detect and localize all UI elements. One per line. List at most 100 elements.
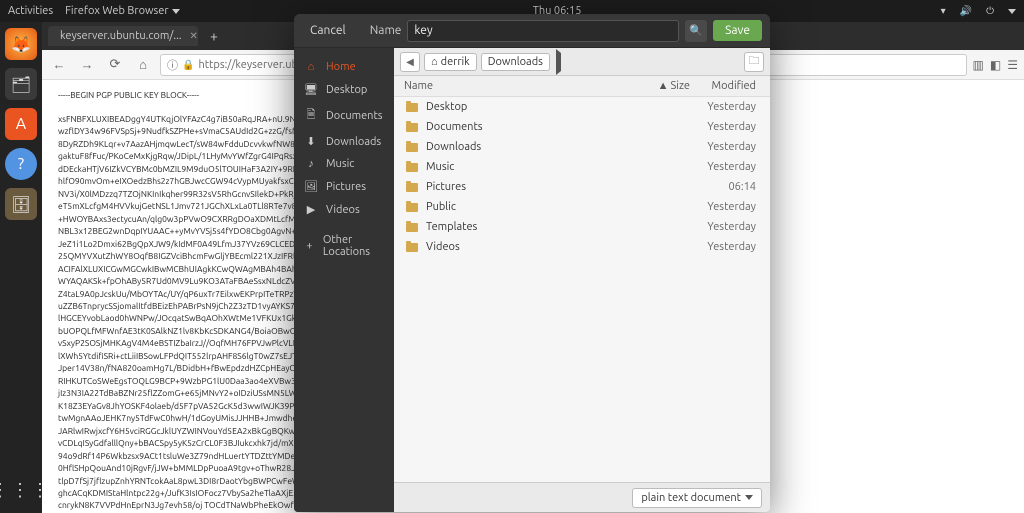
filetype-dropdown[interactable]: plain text document	[632, 488, 762, 508]
tab-close-icon[interactable]: ✕	[190, 30, 198, 42]
info-icon: ⓘ	[167, 57, 178, 73]
cancel-button[interactable]: Cancel	[302, 20, 354, 41]
file-modified: Yesterday	[690, 141, 760, 153]
lock-icon: 🔒	[182, 59, 194, 71]
col-modified[interactable]: Modified	[690, 80, 760, 92]
save-dialog: Cancel Name 🔍 Save ⌂ Home 🖥 Desktop 🗎Documen…	[294, 14, 770, 512]
home-button[interactable]: ⌂	[132, 54, 154, 76]
file-modified: Yesterday	[690, 201, 760, 213]
file-name: Public	[426, 201, 640, 213]
videos-icon: ▶	[304, 203, 318, 216]
sidebar-item-label: Desktop	[326, 84, 367, 96]
dock-drawer[interactable]: 🗄	[5, 188, 37, 220]
home-icon: ⌂	[304, 61, 318, 73]
file-modified: 06:14	[690, 181, 760, 193]
chevron-right-icon	[556, 49, 561, 75]
file-list: DesktopYesterdayDocumentsYesterdayDownlo…	[394, 97, 770, 482]
file-name: Documents	[426, 121, 640, 133]
path-back-button[interactable]: ◀	[400, 52, 420, 72]
browser-tab[interactable]: keyserver.ubuntu.com/... ✕	[48, 26, 198, 46]
pictures-icon: 🖼	[304, 180, 318, 193]
volume-icon: 🔊	[960, 5, 972, 17]
file-row[interactable]: Desktop Yesterday	[394, 97, 770, 117]
file-name: Pictures	[426, 181, 640, 193]
file-name: Downloads	[426, 141, 640, 153]
sidebar-item-label: Pictures	[326, 181, 366, 193]
desktop-icon: 🖥	[304, 83, 318, 96]
sidebar-item-videos[interactable]: ▶Videos	[294, 198, 394, 221]
file-modified: Yesterday	[690, 161, 760, 173]
folder-icon	[404, 240, 420, 254]
file-row[interactable]: DocumentsYesterday	[394, 117, 770, 137]
folder-icon	[404, 120, 420, 134]
path-segment-folder[interactable]: Downloads	[481, 53, 550, 71]
sidebar-item-music[interactable]: ♪ Music	[294, 153, 394, 175]
path-segment-home[interactable]: ⌂derrik	[424, 53, 477, 71]
back-button[interactable]: ←	[48, 54, 70, 76]
folder-icon	[404, 200, 420, 214]
search-button[interactable]: 🔍	[685, 20, 707, 42]
app-menu[interactable]: Firefox Web Browser	[65, 5, 179, 17]
col-name[interactable]: Name	[404, 80, 640, 92]
path-bar: ◀ ⌂derrik Downloads 🗀	[394, 48, 770, 76]
file-modified: Yesterday	[690, 101, 760, 113]
sidebar-item-home[interactable]: ⌂ Home	[294, 56, 394, 78]
sidebar-item-downloads[interactable]: ⬇ Downloads	[294, 130, 394, 153]
file-modified: Yesterday	[690, 221, 760, 233]
file-row[interactable]: Downloads Yesterday	[394, 137, 770, 157]
network-icon: ▾	[941, 5, 946, 17]
sidebar-item-label: Other Locations	[323, 234, 384, 258]
file-name: Music	[426, 161, 640, 173]
activities-button[interactable]: Activities	[8, 5, 53, 17]
new-folder-button[interactable]: 🗀	[744, 52, 764, 72]
folder-icon	[404, 140, 420, 154]
file-row[interactable]: Music Yesterday	[394, 157, 770, 177]
downloads-icon: ⬇	[304, 135, 318, 148]
file-row[interactable]: Videos Yesterday	[394, 237, 770, 257]
dock-apps-grid[interactable]: ⋮⋮⋮	[0, 480, 51, 501]
dock-help[interactable]: ?	[5, 148, 37, 180]
file-row[interactable]: Templates Yesterday	[394, 217, 770, 237]
reload-button[interactable]: ⟳	[104, 54, 126, 76]
file-name: Templates	[426, 221, 640, 233]
power-icon: ⏻	[986, 5, 994, 17]
filename-input[interactable]	[407, 20, 679, 42]
sidebar-item-label: Home	[326, 61, 356, 73]
file-name: Desktop	[426, 101, 640, 113]
system-tray[interactable]: ▾ 🔊 ⏻	[935, 5, 1016, 17]
sidebar-item-label: Music	[326, 158, 354, 170]
sidebar-item-other-locations[interactable]: + Other Locations	[294, 229, 394, 263]
dialog-header: Cancel Name 🔍 Save	[294, 14, 770, 48]
file-row[interactable]: Pictures 06:14	[394, 177, 770, 197]
name-label: Name	[370, 24, 402, 37]
column-headers: Name ▲Size Modified	[394, 76, 770, 97]
plus-icon: +	[304, 240, 315, 252]
tab-title: keyserver.ubuntu.com/...	[60, 30, 182, 42]
dock-software[interactable]: A	[5, 108, 37, 140]
save-button[interactable]: Save	[713, 20, 762, 41]
dock-files[interactable]: 🗂	[5, 68, 37, 100]
new-tab-button[interactable]: +	[202, 28, 226, 44]
dock-firefox[interactable]: 🦊	[5, 28, 37, 60]
dialog-footer: plain text document	[394, 482, 770, 512]
music-icon: ♪	[304, 158, 318, 170]
sidebar-item-pictures[interactable]: 🖼 Pictures	[294, 175, 394, 198]
file-row[interactable]: Public Yesterday	[394, 197, 770, 217]
menu-icon[interactable]: ☰	[1007, 58, 1018, 72]
file-name: Videos	[426, 241, 640, 253]
sidebar-item-desktop[interactable]: 🖥 Desktop	[294, 78, 394, 101]
forward-button[interactable]: →	[76, 54, 98, 76]
dock: 🦊 🗂 A ? 🗄 ⋮⋮⋮	[0, 22, 42, 513]
library-icon[interactable]: ▥	[973, 58, 984, 72]
folder-icon	[404, 100, 420, 114]
places-sidebar: ⌂ Home 🖥 Desktop 🗎Documents ⬇ Downloads ♪ Music 🖼…	[294, 48, 394, 512]
sidebar-icon[interactable]: ◧	[990, 58, 1001, 72]
file-pane: ◀ ⌂derrik Downloads 🗀 Name ▲Size Modifie…	[394, 48, 770, 512]
sidebar-item-label: Documents	[326, 110, 383, 122]
sidebar-item-label: Downloads	[326, 136, 381, 148]
sidebar-item-documents[interactable]: 🗎Documents	[294, 101, 394, 130]
chevron-down-icon	[745, 495, 753, 500]
col-size[interactable]: ▲Size	[640, 80, 690, 92]
folder-icon	[404, 220, 420, 234]
file-modified: Yesterday	[690, 241, 760, 253]
